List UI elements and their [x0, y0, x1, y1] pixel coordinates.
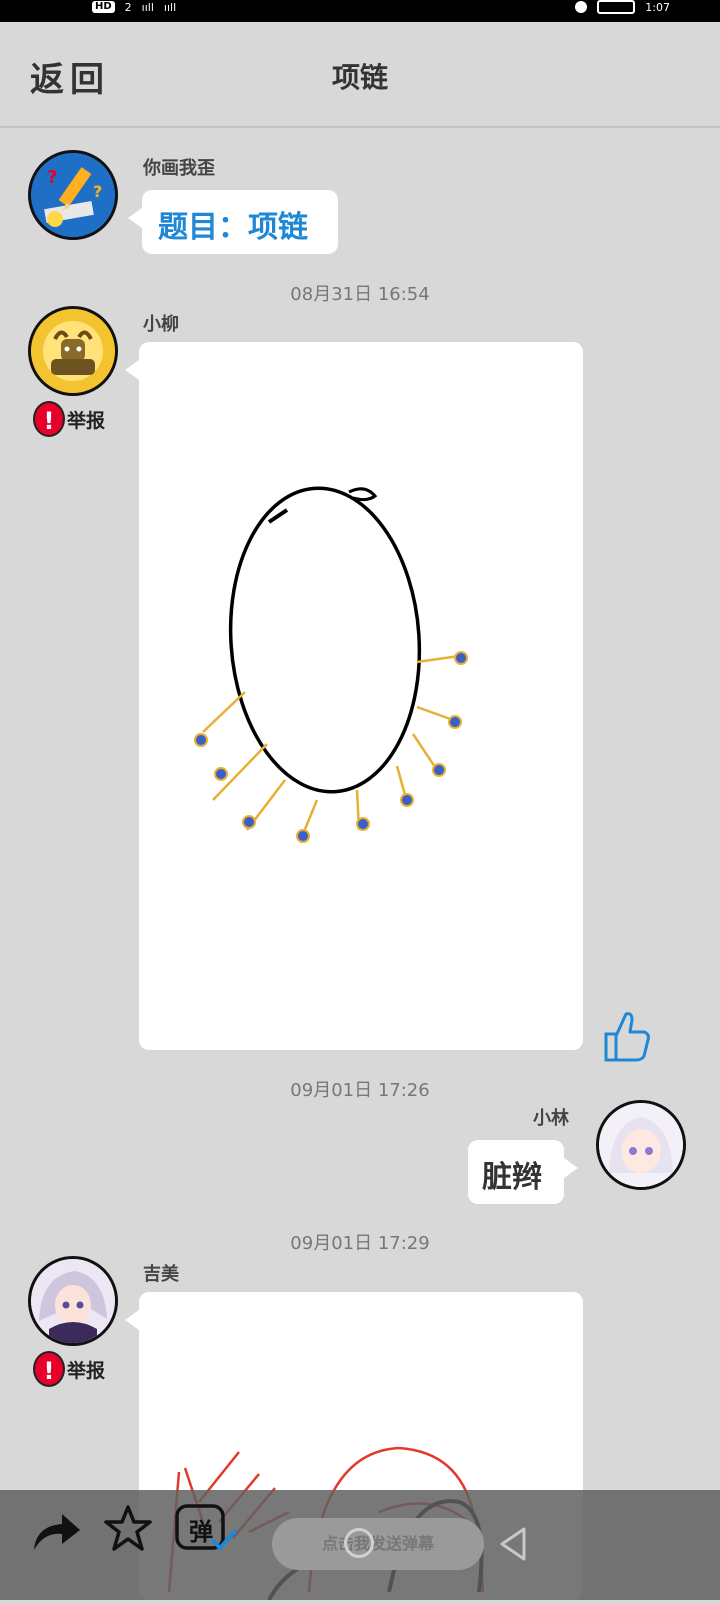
message-text: 脏辫: [482, 1160, 542, 1195]
alert-icon: !: [33, 1351, 65, 1387]
signal-icon: ııll: [141, 0, 154, 14]
sender-name: 小柳: [143, 314, 179, 335]
alert-icon: !: [33, 401, 65, 437]
danmaku-input[interactable]: 点击我发送弹幕: [272, 1518, 484, 1570]
hd-badge: HD: [92, 1, 115, 13]
svg-text:?: ?: [47, 167, 57, 188]
thumbs-up-icon[interactable]: [600, 1008, 652, 1068]
danmaku-toggle-icon[interactable]: 弹: [174, 1502, 238, 1558]
danmaku-toggle-glyph: 弹: [189, 1518, 213, 1546]
home-nav-icon[interactable]: [344, 1528, 374, 1558]
message-bubble[interactable]: 题目：项链: [128, 190, 338, 254]
sim-count: 2: [124, 0, 132, 14]
message-bubble[interactable]: 脏辫: [468, 1140, 578, 1204]
necklace-drawing: [194, 486, 468, 843]
report-label: 举报: [67, 409, 106, 432]
pencil-avatar-icon: ? ?: [31, 153, 115, 237]
notification-icon: [575, 1, 588, 13]
anime-girl-avatar-icon: [599, 1103, 683, 1187]
avatar[interactable]: [596, 1100, 686, 1190]
svg-text:?: ?: [93, 182, 102, 201]
report-button[interactable]: ! 举报: [33, 401, 105, 437]
warrior-avatar-icon: [31, 309, 115, 393]
bottom-toolbar: 弹 点击我发送弹幕: [0, 1490, 720, 1600]
star-icon[interactable]: [104, 1504, 152, 1556]
avatar[interactable]: [28, 306, 118, 396]
report-button[interactable]: ! 举报: [33, 1351, 105, 1387]
avatar[interactable]: ? ?: [28, 150, 118, 240]
purple-hair-avatar-icon: [31, 1259, 115, 1343]
back-nav-icon[interactable]: [498, 1526, 528, 1566]
page-title: 项链: [331, 61, 388, 94]
sender-name: 小林: [533, 1108, 569, 1129]
sender-name: 你画我歪: [143, 158, 215, 179]
share-icon[interactable]: [30, 1510, 82, 1558]
avatar[interactable]: [28, 1256, 118, 1346]
timestamp: 09月01日 17:29: [290, 1233, 430, 1254]
clock: 1:07: [645, 0, 670, 14]
report-label: 举报: [67, 1359, 106, 1382]
battery-icon: [597, 0, 636, 14]
timestamp: 09月01日 17:26: [290, 1080, 430, 1101]
message-text: 题目：项链: [158, 210, 308, 245]
header: 返回 项链: [0, 22, 720, 128]
status-bar: HD 2 ııll ııll 1:07: [0, 0, 720, 22]
drawing-bubble[interactable]: [125, 342, 583, 1050]
timestamp: 08月31日 16:54: [290, 284, 430, 305]
sender-name: 吉美: [143, 1264, 179, 1285]
signal-icon-2: ııll: [163, 0, 177, 14]
